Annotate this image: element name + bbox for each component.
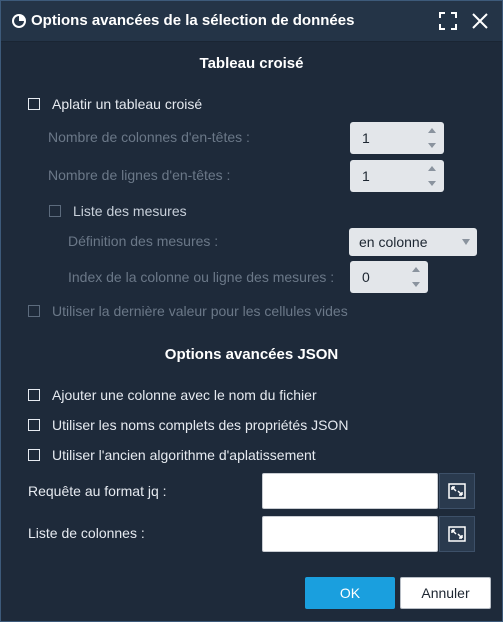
flatten-pivot-checkbox[interactable] xyxy=(28,98,40,110)
chevron-down-icon xyxy=(462,239,470,245)
old-algo-checkbox[interactable] xyxy=(28,449,40,461)
header-rows-value: 1 xyxy=(362,168,370,184)
full-names-checkbox[interactable] xyxy=(28,419,40,431)
last-value-label: Utiliser la dernière valeur pour les cel… xyxy=(52,303,348,319)
columns-list-label: Liste de colonnes : xyxy=(28,525,145,541)
chevron-down-icon[interactable] xyxy=(410,278,422,290)
chevron-down-icon[interactable] xyxy=(426,139,438,151)
columns-list-input[interactable] xyxy=(262,516,438,552)
measures-definition-value: en colonne xyxy=(359,234,428,250)
header-columns-value: 1 xyxy=(362,130,370,146)
jq-query-input[interactable] xyxy=(262,473,438,509)
last-value-checkbox[interactable] xyxy=(28,305,40,317)
jq-query-expand-button[interactable] xyxy=(439,473,475,509)
chevron-up-icon[interactable] xyxy=(426,125,438,137)
expand-editor-icon xyxy=(448,526,466,542)
add-filename-checkbox[interactable] xyxy=(28,389,40,401)
measures-definition-label: Définition des mesures : xyxy=(68,233,219,249)
header-rows-stepper[interactable]: 1 xyxy=(350,160,444,192)
title-bar: Options avancées de la sélection de donn… xyxy=(1,1,502,42)
app-logo-icon xyxy=(12,14,26,28)
measures-list-checkbox[interactable] xyxy=(49,205,61,217)
header-columns-label: Nombre de colonnes d'en-têtes : xyxy=(48,129,250,145)
measures-index-stepper[interactable]: 0 xyxy=(350,261,428,293)
measures-index-value: 0 xyxy=(362,269,370,285)
close-icon[interactable] xyxy=(470,11,490,31)
measures-list-option[interactable]: Liste des mesures xyxy=(49,203,187,219)
jq-query-label: Requête au format jq : xyxy=(28,483,167,499)
ok-button[interactable]: OK xyxy=(305,577,395,609)
columns-list-expand-button[interactable] xyxy=(439,516,475,552)
flatten-pivot-option[interactable]: Aplatir un tableau croisé xyxy=(28,96,202,112)
expand-editor-icon xyxy=(448,483,466,499)
add-filename-option[interactable]: Ajouter une colonne avec le nom du fichi… xyxy=(28,387,317,403)
header-columns-stepper[interactable]: 1 xyxy=(350,122,444,154)
old-algo-label: Utiliser l'ancien algorithme d'aplatisse… xyxy=(52,447,316,463)
chevron-down-icon[interactable] xyxy=(426,177,438,189)
measures-index-label: Index de la colonne ou ligne des mesures… xyxy=(68,269,335,285)
measures-list-label: Liste des mesures xyxy=(73,203,187,219)
chevron-up-icon[interactable] xyxy=(410,264,422,276)
measures-definition-select[interactable]: en colonne xyxy=(349,228,477,256)
advanced-options-dialog: Options avancées de la sélection de donn… xyxy=(0,0,503,622)
add-filename-label: Ajouter une colonne avec le nom du fichi… xyxy=(52,387,317,403)
full-names-label: Utiliser les noms complets des propriété… xyxy=(52,417,349,433)
old-algo-option[interactable]: Utiliser l'ancien algorithme d'aplatisse… xyxy=(28,447,316,463)
full-names-option[interactable]: Utiliser les noms complets des propriété… xyxy=(28,417,348,433)
cancel-button[interactable]: Annuler xyxy=(400,577,491,609)
chevron-up-icon[interactable] xyxy=(426,163,438,175)
flatten-pivot-label: Aplatir un tableau croisé xyxy=(52,96,203,112)
pivot-section-title: Tableau croisé xyxy=(199,55,304,72)
dialog-title: Options avancées de la sélection de donn… xyxy=(31,12,355,29)
json-section-title: Options avancées JSON xyxy=(164,346,339,363)
last-value-option[interactable]: Utiliser la dernière valeur pour les cel… xyxy=(28,303,348,319)
header-rows-label: Nombre de lignes d'en-têtes : xyxy=(48,167,231,183)
fullscreen-icon[interactable] xyxy=(438,11,458,31)
